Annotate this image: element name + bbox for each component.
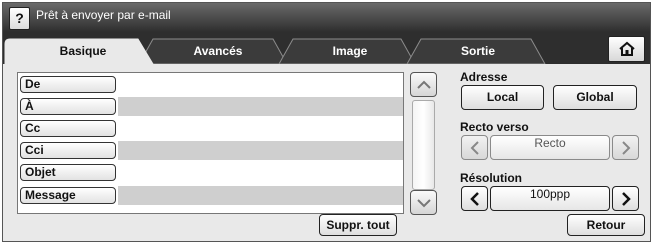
chevron-right-icon bbox=[621, 191, 631, 206]
subject-field[interactable] bbox=[118, 163, 403, 182]
chevron-right-icon bbox=[621, 140, 630, 155]
chevron-down-icon bbox=[416, 198, 431, 207]
clear-all-button[interactable]: Suppr. tout bbox=[319, 214, 397, 236]
scrollbar-track[interactable] bbox=[412, 100, 435, 190]
status-bar: ? Prêt à envoyer par e-mail bbox=[3, 3, 650, 32]
tab-avances[interactable]: Avancés bbox=[163, 44, 273, 58]
global-button[interactable]: Global bbox=[553, 85, 637, 110]
home-button[interactable] bbox=[608, 36, 645, 62]
help-button[interactable]: ? bbox=[9, 7, 30, 30]
message-button[interactable]: Message bbox=[20, 187, 116, 204]
to-button[interactable]: À bbox=[20, 98, 116, 115]
cc-field[interactable] bbox=[118, 119, 403, 138]
bcc-field[interactable] bbox=[118, 141, 403, 160]
duplex-value: Recto bbox=[490, 135, 610, 160]
chevron-up-icon bbox=[416, 80, 431, 89]
resolution-value: 100ppp bbox=[490, 186, 610, 211]
chevron-left-icon bbox=[469, 191, 479, 206]
question-icon: ? bbox=[15, 10, 24, 26]
basic-tab-panel: De À Cc Cci Objet Message Suppr. tout Ad… bbox=[3, 64, 650, 241]
list-item: De bbox=[18, 75, 403, 94]
list-item: À bbox=[18, 97, 403, 116]
home-icon bbox=[618, 41, 635, 56]
resolution-next-button[interactable] bbox=[612, 186, 639, 211]
address-field-list: De À Cc Cci Objet Message bbox=[17, 72, 404, 214]
address-label: Adresse bbox=[460, 70, 508, 84]
cc-button[interactable]: Cc bbox=[20, 120, 116, 137]
duplex-prev-button[interactable] bbox=[461, 135, 488, 160]
list-item: Message bbox=[18, 186, 403, 205]
duplex-label: Recto verso bbox=[460, 120, 529, 134]
scroll-up-button[interactable] bbox=[410, 72, 437, 97]
local-button[interactable]: Local bbox=[461, 85, 544, 110]
resolution-label: Résolution bbox=[460, 171, 522, 185]
list-item: Objet bbox=[18, 163, 403, 182]
to-field[interactable] bbox=[118, 97, 403, 116]
subject-button[interactable]: Objet bbox=[20, 164, 116, 181]
chevron-left-icon bbox=[470, 140, 479, 155]
tab-bar: Basique Avancés Image Sortie bbox=[3, 32, 650, 64]
list-item: Cci bbox=[18, 141, 403, 160]
tab-image[interactable]: Image bbox=[295, 44, 405, 58]
back-button[interactable]: Retour bbox=[567, 214, 645, 236]
tab-basique[interactable]: Basique bbox=[33, 44, 133, 58]
scroll-down-button[interactable] bbox=[410, 190, 437, 215]
resolution-prev-button[interactable] bbox=[461, 186, 488, 211]
duplex-next-button[interactable] bbox=[612, 135, 639, 160]
bcc-button[interactable]: Cci bbox=[20, 142, 116, 159]
list-item: Cc bbox=[18, 119, 403, 138]
from-field[interactable] bbox=[118, 75, 403, 94]
tab-sortie[interactable]: Sortie bbox=[423, 44, 533, 58]
email-window: ? Prêt à envoyer par e-mail Basique Avan… bbox=[2, 2, 651, 242]
message-field[interactable] bbox=[118, 186, 403, 205]
from-button[interactable]: De bbox=[20, 76, 116, 93]
status-message: Prêt à envoyer par e-mail bbox=[36, 8, 171, 22]
